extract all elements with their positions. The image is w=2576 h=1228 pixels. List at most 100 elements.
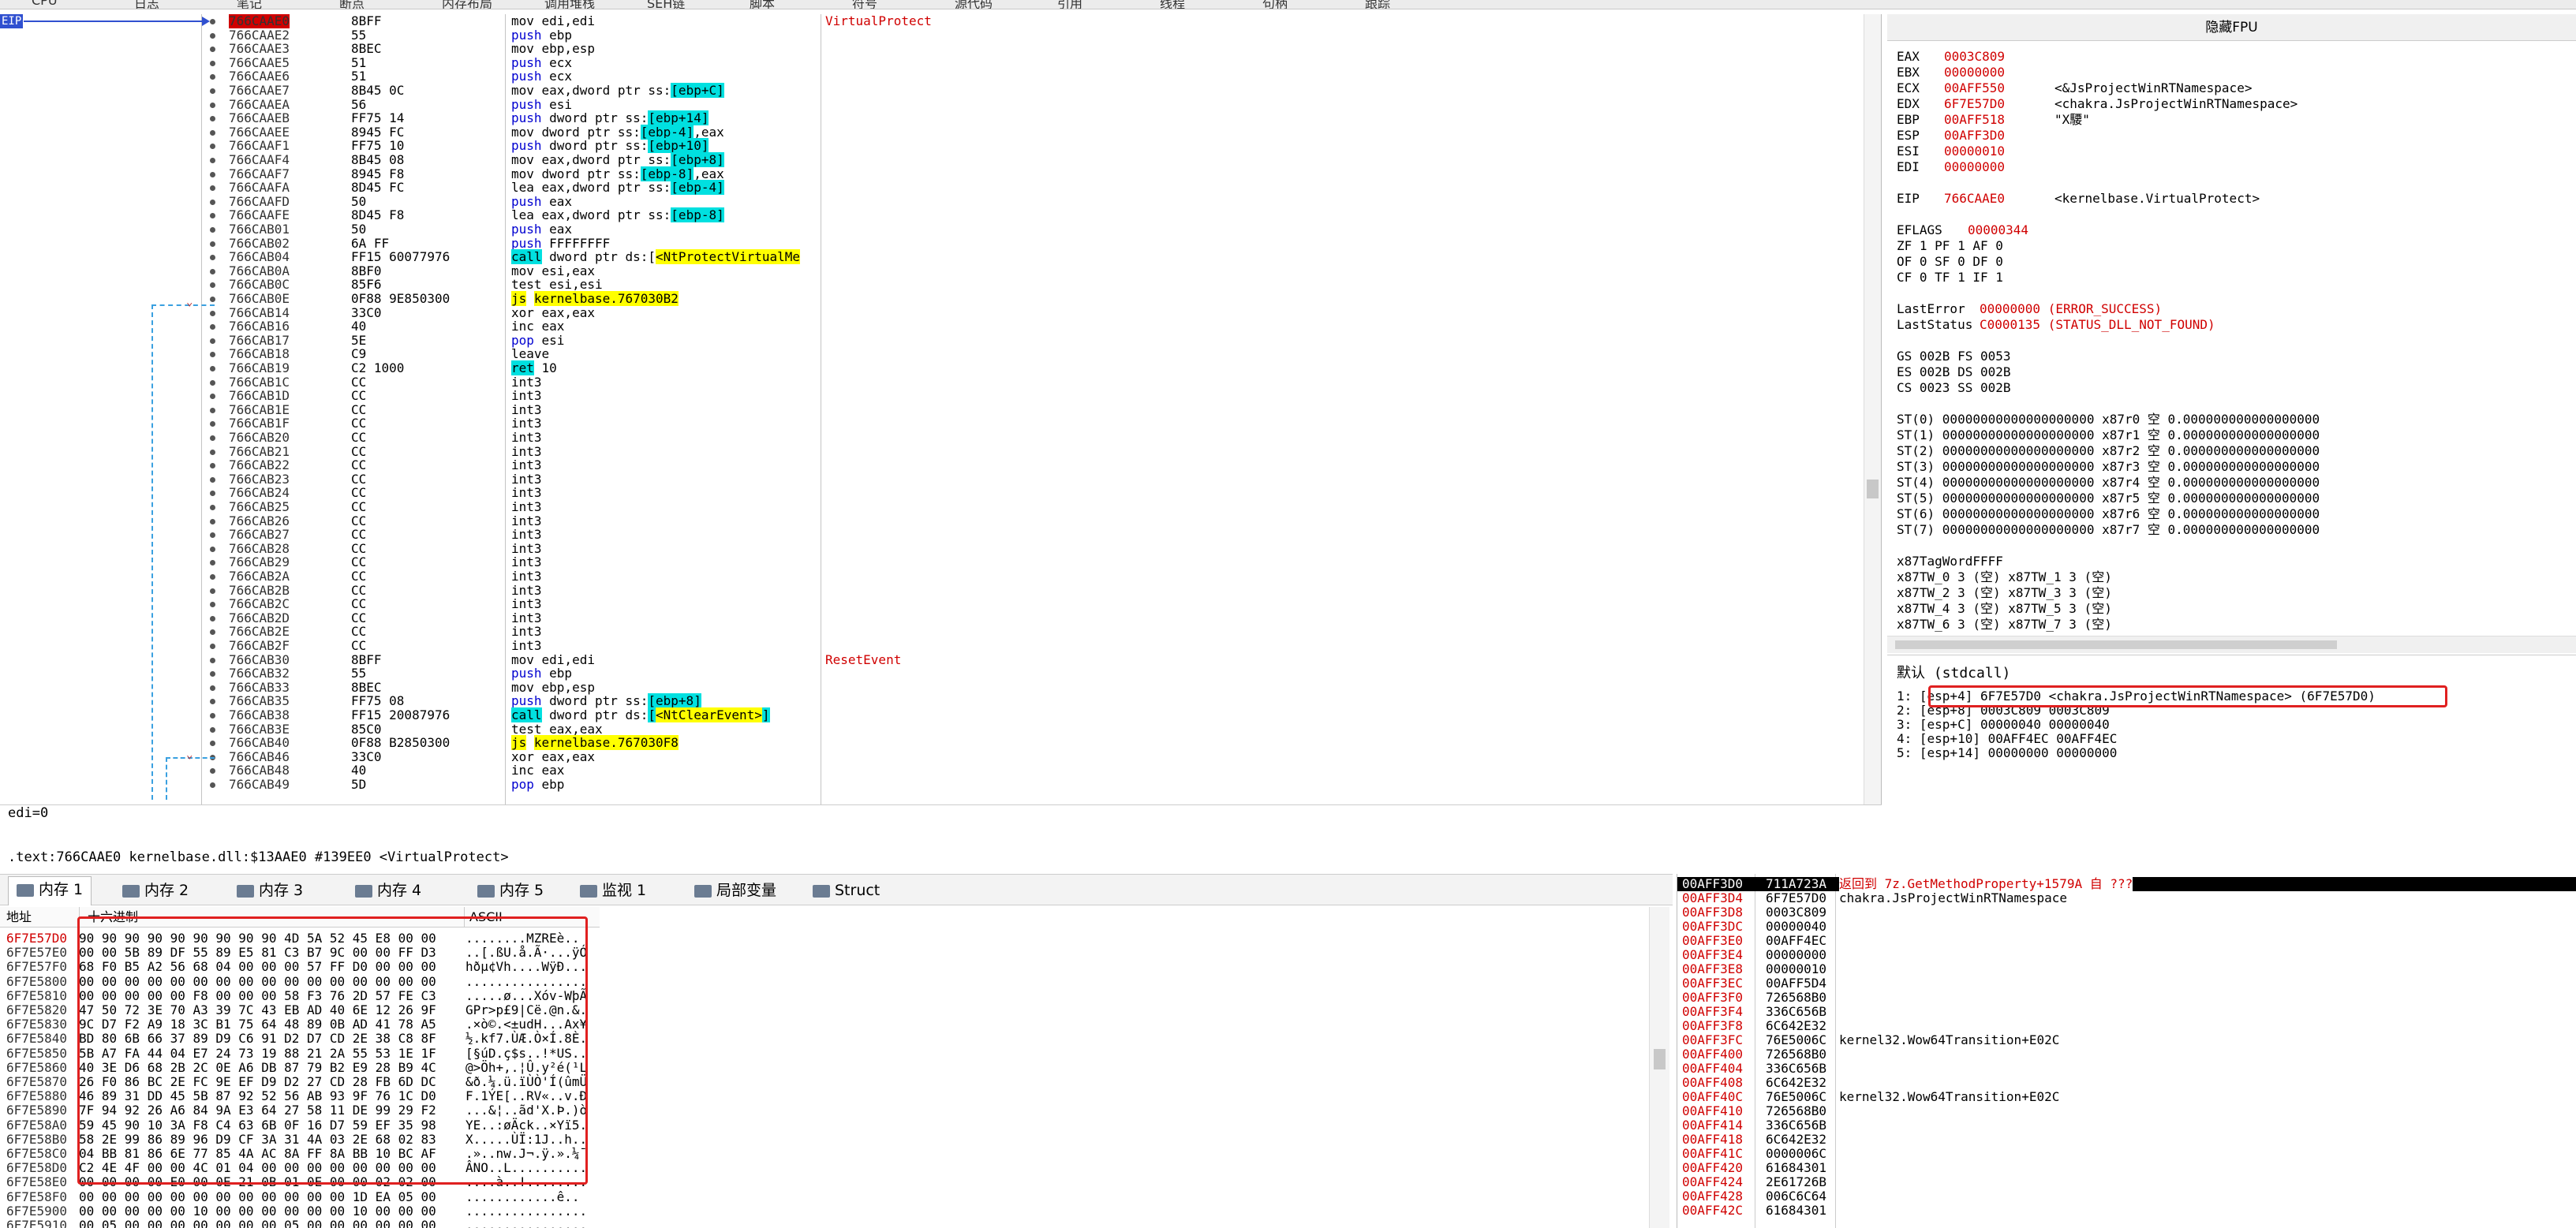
dump-tab[interactable]: Struct	[813, 879, 880, 901]
laststatus-row[interactable]: LastStatus C0000135 (STATUS_DLL_NOT_FOUND…	[1897, 317, 2215, 333]
stack-row[interactable]: 00AFF420 61684301	[1677, 1161, 2576, 1175]
stack-row[interactable]: 00AFF410 726568B0	[1677, 1104, 2576, 1118]
breakpoint-dot[interactable]	[210, 268, 215, 274]
dump-scrollbar[interactable]	[1649, 907, 1669, 1228]
tagword-item-row[interactable]: x87TW_0 3 (空) x87TW_1 3 (空)	[1897, 569, 2112, 585]
breakpoint-dot[interactable]	[210, 476, 215, 483]
breakpoint-dot[interactable]	[210, 713, 215, 719]
toolbar-tab[interactable]: 线程	[1160, 0, 1185, 9]
calling-convention-label[interactable]: 默认 (stdcall)	[1897, 662, 2010, 682]
breakpoint-dot[interactable]	[210, 741, 215, 747]
disasm-row[interactable]: 766CAAE2 55 push ebp	[0, 28, 1866, 43]
disassembly-view[interactable]: EIP 766CAAE0 8BFF mov edi,edi VirtualProtec…	[0, 14, 1882, 804]
disasm-row[interactable]: 766CAB29 CC int3	[0, 555, 1866, 569]
disasm-row[interactable]: 766CAAEE 8945 FC mov dword ptr ss:[ebp-4],…	[0, 124, 1866, 140]
breakpoint-dot[interactable]	[210, 158, 215, 163]
disasm-row[interactable]: 766CAB2E CC int3	[0, 625, 1866, 639]
dump-row[interactable]: 6F7E5910 00 05 00 00 00 00 00 00 00 05 00…	[0, 1218, 600, 1228]
disasm-row[interactable]: 766CAB0A 8BF0 mov esi,eax	[0, 263, 1866, 278]
breakpoint-dot[interactable]	[210, 532, 215, 539]
breakpoint-dot[interactable]	[210, 297, 215, 302]
stack-row[interactable]: 00AFF3EC 00AFF5D4	[1677, 976, 2576, 991]
breakpoint-dot[interactable]	[210, 324, 215, 330]
disasm-row[interactable]: 766CAB0C 85F6 test esi,esi	[0, 278, 1866, 292]
dump-tab[interactable]: 内存 1	[8, 876, 92, 905]
breakpoint-dot[interactable]	[210, 518, 215, 524]
toolbar-tab[interactable]: 笔记	[237, 0, 262, 9]
registers-pane[interactable]: 隐藏FPU EAX 0003C809 EBX 00000000 ECX 00AFF550 <…	[1887, 14, 2576, 653]
disasm-row[interactable]: 766CAB33 8BEC mov ebp,esp	[0, 680, 1866, 695]
dump-tab[interactable]: 监视 1	[580, 879, 646, 901]
register-value[interactable]: 00000000	[1944, 65, 2054, 80]
register-value[interactable]: 6F7E57D0	[1944, 96, 2054, 112]
toolbar-tab[interactable]: 引用	[1057, 0, 1082, 9]
disasm-row[interactable]: 766CAB2A CC int3	[0, 569, 1866, 584]
breakpoint-dot[interactable]	[210, 629, 215, 636]
register-row[interactable]: EBP 00AFF518 "X騕"	[1897, 112, 2090, 128]
breakpoint-dot[interactable]	[210, 255, 215, 261]
toolbar-tab[interactable]: 句柄	[1262, 0, 1288, 9]
stack-row[interactable]: 00AFF3E8 00000010	[1677, 962, 2576, 976]
toolbar-tab[interactable]: 内存布局	[442, 0, 492, 9]
disasm-row[interactable]: 766CAB24 CC int3	[0, 486, 1866, 500]
flags-row[interactable]: CF 0 TF 1 IF 1	[1897, 270, 2003, 286]
disasm-row[interactable]: 766CAB0E 0F88 9E850300 js kernelbase.76703…	[0, 291, 1866, 306]
register-value[interactable]: 00000000	[1944, 159, 2054, 175]
fpu-st-row[interactable]: ST(0) 00000000000000000000 x87r0 空 0.000…	[1897, 412, 2320, 427]
toolbar-tab[interactable]: 跟踪	[1365, 0, 1390, 9]
toolbar-tab[interactable]: SEH链	[647, 0, 685, 9]
breakpoint-dot[interactable]	[210, 60, 215, 66]
disasm-row[interactable]: 766CAAFE 8D45 F8 lea eax,dword ptr ss:[ebp…	[0, 207, 1866, 223]
dump-tab[interactable]: 内存 3	[237, 879, 303, 901]
breakpoint-dot[interactable]	[210, 116, 215, 122]
disasm-row[interactable]: 766CAB2D CC int3	[0, 610, 1866, 625]
disasm-row[interactable]: 766CAB25 CC int3	[0, 500, 1866, 514]
register-row-eip[interactable]: EIP 766CAAE0 <kernelbase.VirtualProtect>	[1897, 191, 2260, 207]
register-row-eflags[interactable]: EFLAGS 00000344	[1897, 222, 2028, 238]
breakpoint-dot[interactable]	[210, 241, 215, 247]
breakpoint-dot[interactable]	[210, 213, 215, 219]
breakpoint-dot[interactable]	[210, 602, 215, 608]
breakpoint-dot[interactable]	[210, 782, 215, 788]
disasm-row[interactable]: 766CAB38 FF15 20087976 call dword ptr ds:[…	[0, 707, 1866, 722]
register-value[interactable]: 00AFF550	[1944, 80, 2054, 96]
disasm-row[interactable]: 766CAAE3 8BEC mov ebp,esp	[0, 42, 1866, 56]
register-value[interactable]: 00000010	[1944, 144, 2054, 159]
disasm-row[interactable]: 766CAB27 CC int3	[0, 528, 1866, 542]
disasm-row[interactable]: 766CAB14 33C0 xor eax,eax	[0, 305, 1866, 320]
disasm-row[interactable]: 766CAAE5 51 push ecx	[0, 55, 1866, 70]
disasm-row[interactable]: 766CAB19 C2 1000 ret 10	[0, 360, 1866, 375]
fpu-st-row[interactable]: ST(5) 00000000000000000000 x87r5 空 0.000…	[1897, 491, 2320, 506]
breakpoint-dot[interactable]	[210, 671, 215, 677]
breakpoint-dot[interactable]	[210, 560, 215, 566]
stack-row[interactable]: 00AFF404 336C656B	[1677, 1062, 2576, 1076]
breakpoint-dot[interactable]	[210, 379, 215, 386]
stack-row[interactable]: 00AFF3D8 0003C809	[1677, 905, 2576, 920]
disasm-row[interactable]: 766CAAEB FF75 14 push dword ptr ss:[ebp+14…	[0, 110, 1866, 126]
breakpoint-dot[interactable]	[210, 19, 215, 24]
breakpoint-dot[interactable]	[210, 129, 215, 136]
breakpoint-dot[interactable]	[210, 505, 215, 510]
disasm-row[interactable]: 766CAAE7 8B45 0C mov eax,dword ptr ss:[ebp…	[0, 83, 1866, 98]
breakpoint-dot[interactable]	[210, 310, 215, 316]
flags-row[interactable]: OF 0 SF 0 DF 0	[1897, 254, 2003, 270]
disasm-row[interactable]: 766CAB23 CC int3	[0, 472, 1866, 487]
disasm-row[interactable]: 766CAB04 FF15 60077976 call dword ptr ds:[…	[0, 249, 1866, 265]
flags-row[interactable]: ZF 1 PF 1 AF 0	[1897, 238, 2003, 254]
disasm-row[interactable]: 766CAB16 40 inc eax	[0, 319, 1866, 334]
register-row[interactable]: EDX 6F7E57D0 <chakra.JsProjectWinRTNamespa…	[1897, 96, 2297, 112]
breakpoint-dot[interactable]	[210, 185, 215, 192]
breakpoint-dot[interactable]	[210, 144, 215, 150]
segment-row[interactable]: CS 0023 SS 002B	[1897, 380, 2011, 396]
toolbar-tab[interactable]: 调用堆栈	[544, 0, 595, 9]
toolbar-tab[interactable]: 日志	[134, 0, 159, 9]
registers-hscrollbar[interactable]	[1887, 636, 2576, 653]
dump-row[interactable]: 6F7E58F0 00 00 00 00 00 00 00 00 00 00 00…	[0, 1189, 600, 1204]
stack-row[interactable]: 00AFF418 6C642E32	[1677, 1133, 2576, 1147]
disasm-row[interactable]: 766CAB3E 85C0 test eax,eax	[0, 722, 1866, 737]
disasm-row[interactable]: 766CAB26 CC int3	[0, 513, 1866, 528]
dump-tab[interactable]: 内存 2	[122, 879, 189, 901]
register-row[interactable]: EAX 0003C809	[1897, 49, 2054, 65]
register-row[interactable]: EBX 00000000	[1897, 65, 2054, 80]
disasm-row[interactable]: 766CAB17 5E pop esi	[0, 333, 1866, 348]
